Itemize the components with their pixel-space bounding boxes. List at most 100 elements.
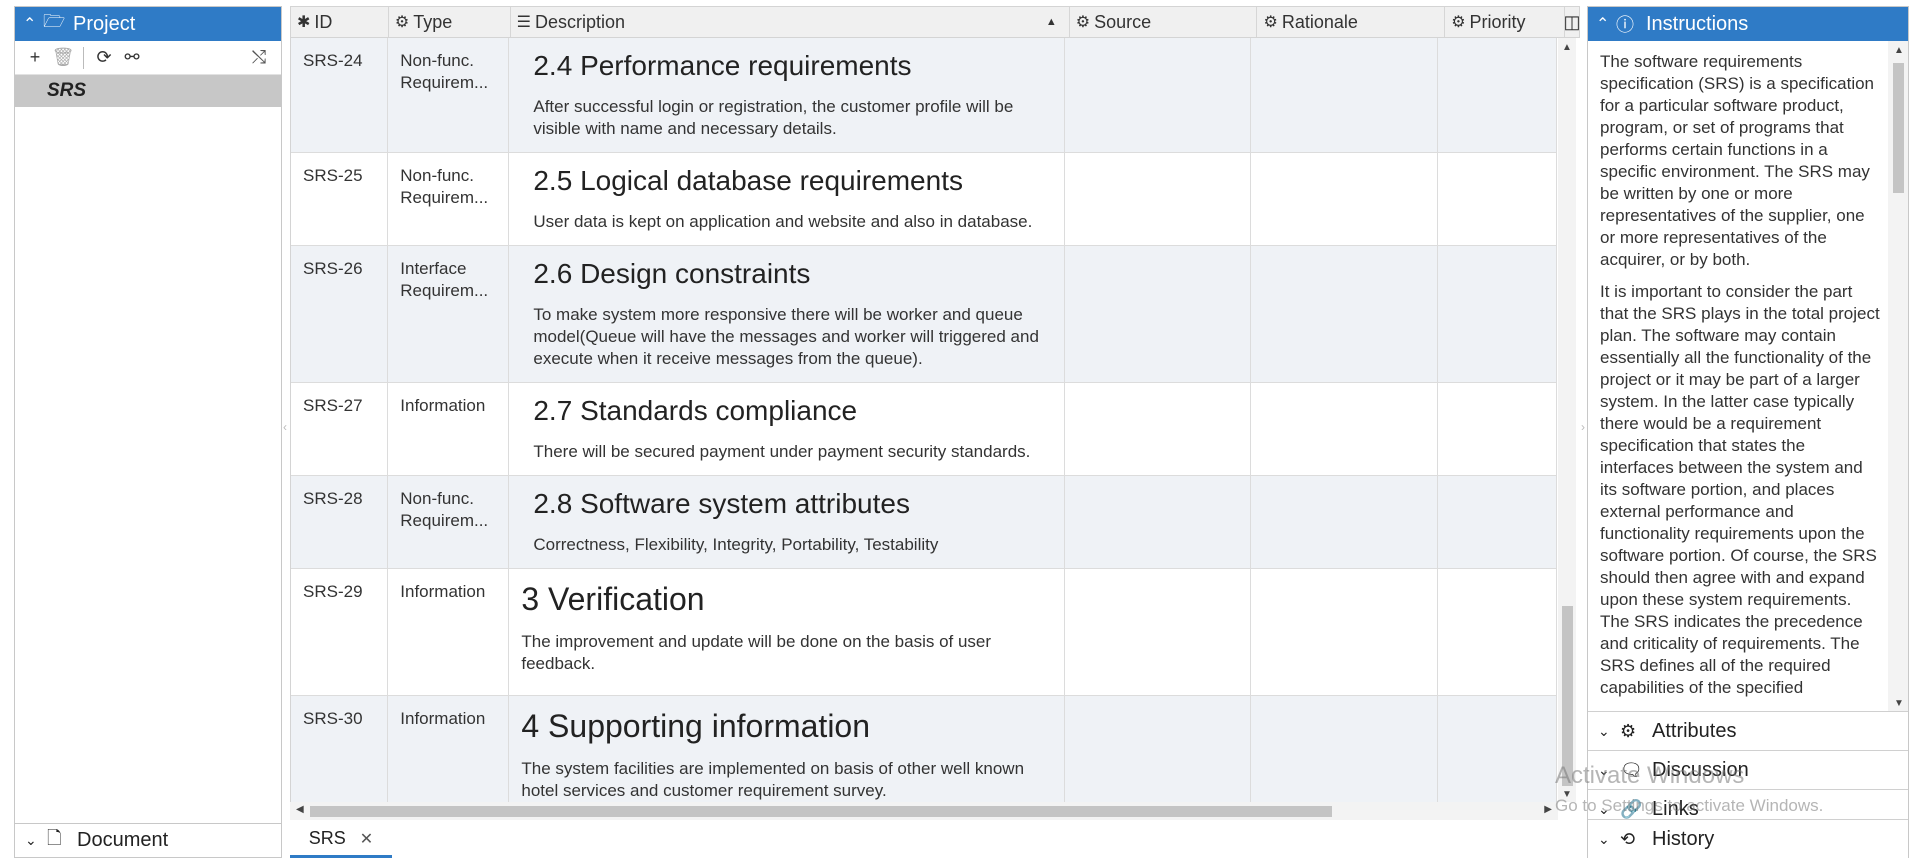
activation-watermark-title: Activate Windows (1555, 762, 1745, 789)
table-row[interactable]: SRS-26 Interface Requirem... 2.6 Design … (291, 246, 1557, 383)
tab-srs[interactable]: SRS ✕ (290, 822, 392, 858)
close-icon[interactable]: ✕ (360, 829, 373, 849)
gears-icon: ⚙ (1620, 720, 1637, 741)
table-body: SRS-24 Non-func. Requirem... 2.4 Perform… (290, 38, 1557, 802)
cell-priority[interactable] (1438, 569, 1557, 695)
chevron-up-icon[interactable]: ⌃ (1596, 14, 1616, 34)
project-panel-header[interactable]: ⌃ 🗁 Project (15, 7, 281, 41)
chevron-up-icon[interactable]: ⌃ (23, 14, 43, 34)
chevron-down-icon[interactable]: ⌄ (1598, 723, 1620, 740)
sort-ascending-icon[interactable]: ▲ (1046, 16, 1057, 28)
column-header-priority[interactable]: ⚙ Priority (1445, 7, 1565, 37)
cell-id: SRS-28 (291, 476, 389, 568)
instructions-paragraph: The software requirements specification … (1600, 52, 1875, 269)
requirement-heading: 2.6 Design constraints (533, 258, 811, 289)
cell-priority[interactable] (1438, 696, 1557, 802)
scroll-up-icon[interactable]: ▲ (1894, 45, 1904, 56)
column-header-rationale[interactable]: ⚙ Rationale (1257, 7, 1446, 37)
requirement-text: There will be secured payment under paym… (533, 442, 1031, 461)
scroll-down-icon[interactable]: ▼ (1894, 698, 1904, 709)
cell-source[interactable] (1065, 38, 1252, 152)
cell-source[interactable] (1065, 246, 1252, 382)
requirement-text: Correctness, Flexibility, Integrity, Por… (533, 535, 939, 554)
cell-type: Non-func. Requirem... (388, 153, 510, 245)
activation-watermark-subtitle: Go to Settings to activate Windows. (1555, 796, 1824, 815)
cell-rationale[interactable] (1251, 38, 1438, 152)
vertical-scroll-thumb[interactable] (1562, 606, 1573, 786)
cell-id: SRS-29 (291, 569, 389, 695)
horizontal-scroll-thumb[interactable] (310, 806, 1332, 817)
refresh-icon[interactable]: ⟳ (90, 47, 118, 68)
cell-id: SRS-25 (291, 153, 389, 245)
cell-type: Information (388, 383, 510, 475)
cell-rationale[interactable] (1251, 569, 1438, 695)
vertical-scrollbar[interactable]: ▲ ▼ (1558, 38, 1576, 802)
cell-description[interactable]: 4 Supporting information The system faci… (509, 696, 1065, 802)
document-section-header[interactable]: ⌄ 🗋 Document (15, 823, 281, 857)
instructions-scroll-thumb[interactable] (1893, 63, 1904, 193)
horizontal-scrollbar[interactable]: ◀ ▶ (290, 802, 1558, 820)
cell-rationale[interactable] (1251, 153, 1438, 245)
hierarchy-icon[interactable]: ⚯ (118, 47, 146, 68)
chevron-down-icon[interactable]: ⌄ (1598, 831, 1620, 848)
info-icon: ⓘ (1616, 15, 1634, 35)
project-toolbar: + 🗑 ⟳ ⚯ ⤭ (15, 41, 281, 75)
cell-source[interactable] (1065, 383, 1252, 475)
cell-description[interactable]: 2.6 Design constraints To make system mo… (509, 246, 1065, 382)
cell-description[interactable]: 3 Verification The improvement and updat… (509, 569, 1065, 695)
add-icon[interactable]: + (21, 47, 49, 68)
instructions-text: The software requirements specification … (1588, 41, 1888, 711)
cell-source[interactable] (1065, 476, 1252, 568)
cell-description[interactable]: 2.7 Standards compliance There will be s… (509, 383, 1065, 475)
cell-source[interactable] (1065, 696, 1252, 802)
app-window: ⌃ 🗁 Project + 🗑 ⟳ ⚯ ⤭ SRS ⌄ 🗋 Document ‹… (0, 0, 1920, 862)
requirement-text: After successful login or registration, … (533, 97, 1014, 138)
project-panel: ⌃ 🗁 Project + 🗑 ⟳ ⚯ ⤭ SRS ⌄ 🗋 Document (14, 6, 282, 858)
attributes-section-header[interactable]: ⌄ ⚙ Attributes (1588, 711, 1908, 750)
cell-description[interactable]: 2.5 Logical database requirements User d… (509, 153, 1065, 245)
cell-source[interactable] (1065, 153, 1252, 245)
requirement-text: The improvement and update will be done … (521, 632, 992, 673)
history-icon: ⟲ (1620, 828, 1636, 849)
requirement-heading: 2.4 Performance requirements (533, 50, 912, 81)
column-chooser-icon[interactable]: ◫ (1564, 7, 1581, 37)
table-row[interactable]: SRS-25 Non-func. Requirem... 2.5 Logical… (291, 153, 1557, 246)
column-header-type[interactable]: ⚙ Type (389, 7, 511, 37)
cell-rationale[interactable] (1251, 696, 1438, 802)
requirement-text: User data is kept on application and web… (533, 212, 1033, 231)
cell-type: Interface Requirem... (388, 246, 510, 382)
cell-priority[interactable] (1438, 383, 1557, 475)
cell-priority[interactable] (1438, 38, 1557, 152)
cell-rationale[interactable] (1251, 476, 1438, 568)
scroll-right-icon[interactable]: ▶ (1544, 804, 1552, 815)
right-collapse-handle[interactable]: › (1581, 420, 1585, 434)
column-header-id[interactable]: ✱ ID (291, 7, 389, 37)
shuffle-icon[interactable]: ⤭ (245, 47, 273, 68)
table-row[interactable]: SRS-30 Information 4 Supporting informat… (291, 696, 1557, 802)
cell-source[interactable] (1065, 569, 1252, 695)
column-header-description[interactable]: ☰ Description ▲ (511, 7, 1070, 37)
scroll-up-icon[interactable]: ▲ (1562, 42, 1572, 53)
delete-icon[interactable]: 🗑 (49, 47, 77, 68)
table-row[interactable]: SRS-29 Information 3 Verification The im… (291, 569, 1557, 696)
cell-id: SRS-27 (291, 383, 389, 475)
table-row[interactable]: SRS-27 Information 2.7 Standards complia… (291, 383, 1557, 476)
cell-description[interactable]: 2.4 Performance requirements After succe… (509, 38, 1065, 152)
scroll-left-icon[interactable]: ◀ (296, 804, 304, 815)
folder-open-icon: 🗁 (43, 11, 66, 31)
table-row[interactable]: SRS-24 Non-func. Requirem... 2.4 Perform… (291, 38, 1557, 153)
table-row[interactable]: SRS-28 Non-func. Requirem... 2.8 Softwar… (291, 476, 1557, 569)
instructions-scrollbar[interactable]: ▲ ▼ (1888, 41, 1908, 711)
chevron-down-icon[interactable]: ⌄ (25, 832, 47, 849)
tree-item-srs[interactable]: SRS (15, 75, 281, 107)
column-header-source[interactable]: ⚙ Source (1070, 7, 1258, 37)
instructions-panel-header[interactable]: ⌃ ⓘ Instructions (1588, 7, 1908, 41)
cell-rationale[interactable] (1251, 383, 1438, 475)
cell-rationale[interactable] (1251, 246, 1438, 382)
cell-priority[interactable] (1438, 246, 1557, 382)
history-section-header[interactable]: ⌄ ⟲ History (1588, 819, 1908, 858)
cell-description[interactable]: 2.8 Software system attributes Correctne… (509, 476, 1065, 568)
cell-priority[interactable] (1438, 476, 1557, 568)
left-collapse-handle[interactable]: ‹ (283, 420, 287, 434)
cell-priority[interactable] (1438, 153, 1557, 245)
